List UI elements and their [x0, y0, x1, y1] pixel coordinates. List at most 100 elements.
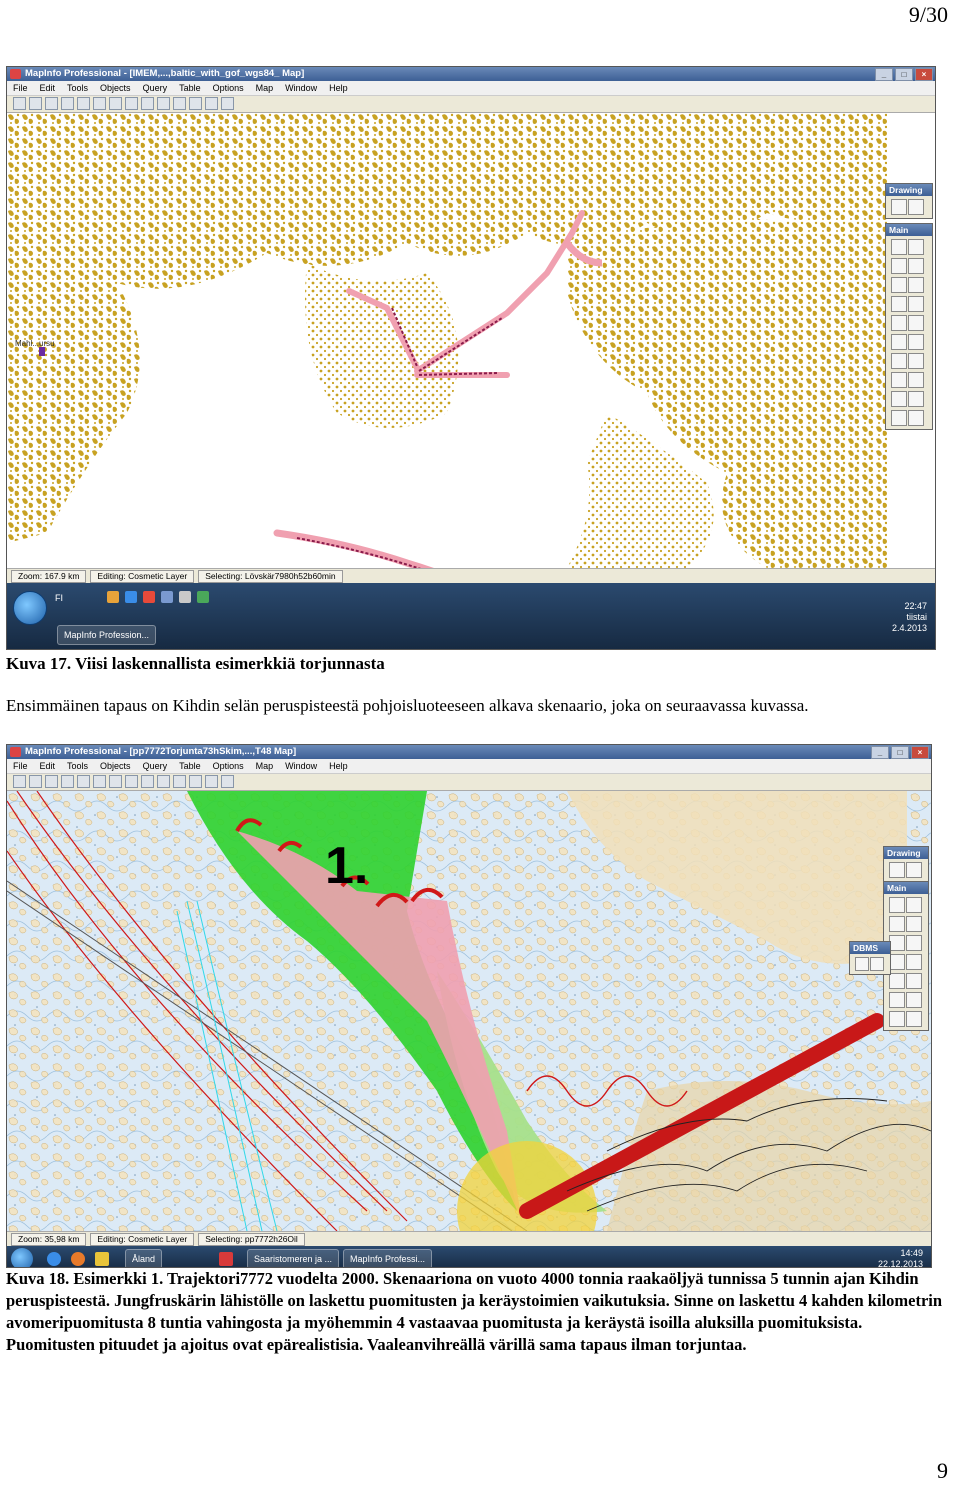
- select-tool-icon[interactable]: [891, 239, 907, 255]
- save-icon[interactable]: [45, 97, 58, 110]
- pdf-icon[interactable]: [219, 1252, 233, 1266]
- start-button-icon[interactable]: [11, 1248, 33, 1267]
- cut-icon[interactable]: [93, 97, 106, 110]
- system-tray-clock[interactable]: 14:49 22.12.2013: [878, 1248, 923, 1267]
- info-icon[interactable]: [891, 334, 907, 350]
- label-icon[interactable]: [891, 353, 907, 369]
- marquee-tool-icon[interactable]: [908, 239, 924, 255]
- paste-icon[interactable]: [125, 775, 138, 788]
- taskbar-mapinfo-button[interactable]: MapInfo Professi...: [343, 1249, 433, 1267]
- close-button[interactable]: ×: [915, 68, 933, 81]
- taskbar-mapinfo-button[interactable]: MapInfo Profession...: [57, 625, 157, 645]
- menu-file[interactable]: File: [13, 81, 28, 95]
- copy-icon[interactable]: [109, 775, 122, 788]
- quicklaunch-icon[interactable]: [179, 591, 191, 603]
- layer-control-icon[interactable]: [889, 1011, 905, 1027]
- legend-icon[interactable]: [891, 391, 907, 407]
- menu-window[interactable]: Window: [285, 81, 317, 95]
- grabber-icon[interactable]: [908, 315, 924, 331]
- zoom-out-icon[interactable]: [906, 954, 922, 970]
- invert-select-icon[interactable]: [908, 277, 924, 293]
- menu-options[interactable]: Options: [213, 759, 244, 773]
- zoom-out-icon[interactable]: [908, 296, 924, 312]
- ruler-icon[interactable]: [906, 992, 922, 1008]
- menu-objects[interactable]: Objects: [100, 759, 131, 773]
- boundary-select-icon[interactable]: [906, 916, 922, 932]
- quicklaunch-icon[interactable]: [125, 591, 137, 603]
- menu-edit[interactable]: Edit: [40, 759, 56, 773]
- new-layout-icon[interactable]: [205, 97, 218, 110]
- change-view-icon[interactable]: [891, 315, 907, 331]
- grabber-icon[interactable]: [906, 973, 922, 989]
- menu-table[interactable]: Table: [179, 81, 201, 95]
- line-tool-icon[interactable]: [906, 862, 922, 878]
- menu-objects[interactable]: Objects: [100, 81, 131, 95]
- taskbar-word-button[interactable]: Saaristomeren ja ...: [247, 1249, 340, 1267]
- show-hide-icon[interactable]: [891, 410, 907, 426]
- paste-icon[interactable]: [125, 97, 138, 110]
- new-grapher-icon[interactable]: [189, 775, 202, 788]
- menu-help[interactable]: Help: [329, 81, 348, 95]
- statistics-icon[interactable]: [908, 391, 924, 407]
- start-button-icon[interactable]: [13, 591, 47, 625]
- new-icon[interactable]: [13, 775, 26, 788]
- menu-options[interactable]: Options: [213, 81, 244, 95]
- new-mapper-icon[interactable]: [173, 775, 186, 788]
- theme-legend-icon[interactable]: [908, 410, 924, 426]
- zoom-in-icon[interactable]: [891, 296, 907, 312]
- unselect-icon[interactable]: [889, 935, 905, 951]
- menu-tools[interactable]: Tools: [67, 81, 88, 95]
- copy-icon[interactable]: [109, 97, 122, 110]
- undo-icon[interactable]: [141, 97, 154, 110]
- print-icon[interactable]: [77, 97, 90, 110]
- taskbar-aland-button[interactable]: Åland: [125, 1249, 163, 1267]
- new-layout-icon[interactable]: [205, 775, 218, 788]
- maximize-button[interactable]: □: [891, 746, 909, 759]
- menu-help[interactable]: Help: [329, 759, 348, 773]
- open-dbms-icon[interactable]: [855, 957, 869, 971]
- minimize-button[interactable]: _: [871, 746, 889, 759]
- zoom-in-icon[interactable]: [889, 954, 905, 970]
- save-icon[interactable]: [45, 775, 58, 788]
- layer-control-icon[interactable]: [891, 372, 907, 388]
- system-tray-clock[interactable]: 22:47 tiistai 2.4.2013: [892, 601, 927, 634]
- print-icon[interactable]: [77, 775, 90, 788]
- map-window[interactable]: Mahl...ursu Drawing Main: [7, 113, 935, 607]
- legend-icon[interactable]: [906, 1011, 922, 1027]
- new-browser-icon[interactable]: [157, 97, 170, 110]
- minimize-button[interactable]: _: [875, 68, 893, 81]
- marquee-tool-icon[interactable]: [906, 897, 922, 913]
- pointer-tool-icon[interactable]: [891, 199, 907, 215]
- new-grapher-icon[interactable]: [189, 97, 202, 110]
- cut-icon[interactable]: [93, 775, 106, 788]
- close-button[interactable]: ×: [911, 746, 929, 759]
- menu-file[interactable]: File: [13, 759, 28, 773]
- info-icon[interactable]: [889, 973, 905, 989]
- ruler-icon[interactable]: [908, 372, 924, 388]
- pointer-tool-icon[interactable]: [889, 862, 905, 878]
- new-mapper-icon[interactable]: [173, 97, 186, 110]
- radius-select-icon[interactable]: [891, 258, 907, 274]
- label-icon[interactable]: [889, 992, 905, 1008]
- save-copy-icon[interactable]: [61, 775, 74, 788]
- menu-map[interactable]: Map: [256, 759, 274, 773]
- menu-map[interactable]: Map: [256, 81, 274, 95]
- unselect-icon[interactable]: [891, 277, 907, 293]
- help-icon[interactable]: [221, 775, 234, 788]
- new-browser-icon[interactable]: [157, 775, 170, 788]
- undo-icon[interactable]: [141, 775, 154, 788]
- menu-window[interactable]: Window: [285, 759, 317, 773]
- explorer-icon[interactable]: [95, 1252, 109, 1266]
- open-icon[interactable]: [29, 775, 42, 788]
- menu-edit[interactable]: Edit: [40, 81, 56, 95]
- refresh-dbms-icon[interactable]: [870, 957, 884, 971]
- quicklaunch-icon[interactable]: [143, 591, 155, 603]
- line-tool-icon[interactable]: [908, 199, 924, 215]
- map-canvas[interactable]: Mahl...ursu: [7, 113, 935, 607]
- save-copy-icon[interactable]: [61, 97, 74, 110]
- maximize-button[interactable]: □: [895, 68, 913, 81]
- ie-icon[interactable]: [47, 1252, 61, 1266]
- help-icon[interactable]: [221, 97, 234, 110]
- language-indicator[interactable]: FI: [55, 593, 63, 603]
- map-window[interactable]: 1. Drawing Main DBMS: [7, 790, 931, 1267]
